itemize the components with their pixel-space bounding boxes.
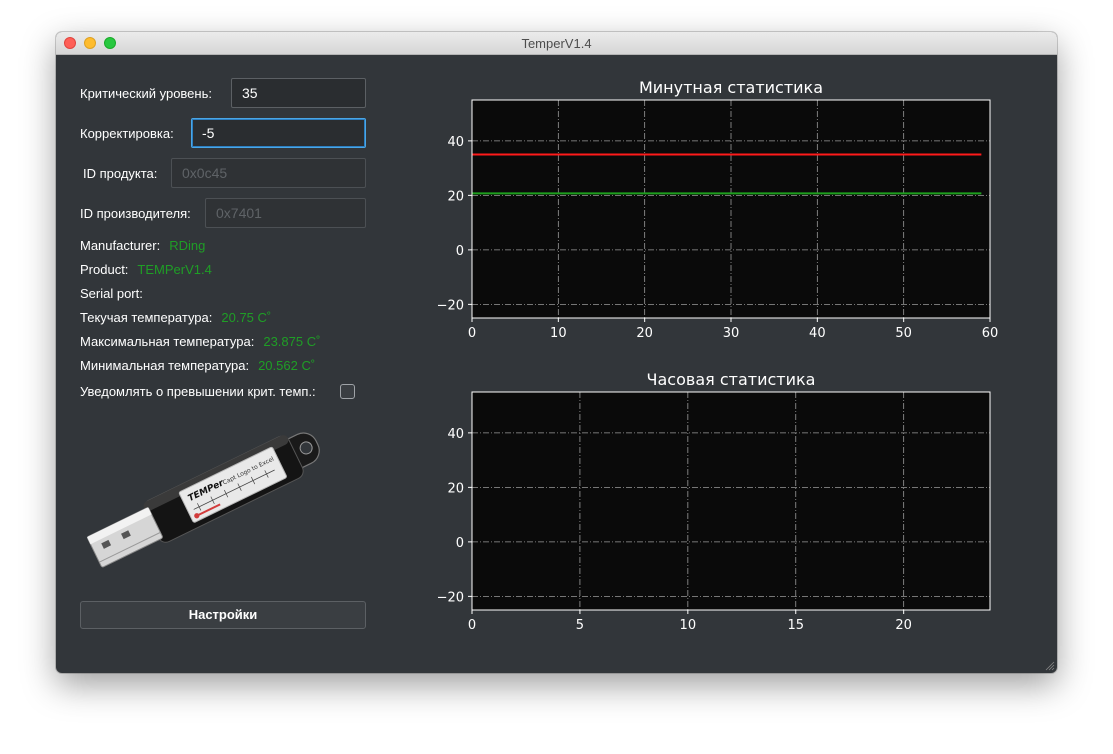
critical-level-label: Критический уровень: <box>80 86 212 101</box>
product-id-input <box>171 158 366 188</box>
chart2-x-tick-label: 10 <box>680 618 697 633</box>
current-temp-value: 20.75 C˚ <box>221 310 272 325</box>
correction-label: Корректировка: <box>80 126 174 141</box>
min-temp-row: Минимальная температура: 20.562 C˚ <box>80 358 315 374</box>
chart1-y-tick-label: −20 <box>437 298 464 313</box>
max-temp-row: Максимальная температура: 23.875 C˚ <box>80 334 320 350</box>
product-label: Product: <box>80 262 129 277</box>
chart2-x-tick-label: 15 <box>787 618 804 633</box>
chart2-y-tick-label: 0 <box>456 536 464 551</box>
chart1-x-tick-label: 40 <box>809 326 826 341</box>
vendor-id-label: ID производителя: <box>80 206 191 221</box>
notify-label: Уведомлять о превышении крит. темп.: <box>80 384 316 399</box>
current-temp-label: Текучая температура: <box>80 310 213 325</box>
chart1-y-tick-label: 20 <box>447 189 464 204</box>
chart2-plot-area <box>472 392 990 610</box>
current-temp-row: Текучая температура: 20.75 C˚ <box>80 310 271 326</box>
settings-button[interactable]: Настройки <box>80 601 366 629</box>
resize-grip-icon[interactable] <box>1045 661 1055 671</box>
chart1-y-tick-label: 40 <box>447 135 464 150</box>
chart2-title: Часовая статистика <box>647 370 816 389</box>
min-temp-value: 20.562 C˚ <box>258 358 316 373</box>
product-row: Product: TEMPerV1.4 <box>80 262 212 278</box>
serial-port-label: Serial port: <box>80 286 143 301</box>
chart2-x-tick-label: 5 <box>576 618 584 633</box>
chart1-y-tick-label: 0 <box>456 244 464 259</box>
chart1-x-tick-label: 50 <box>895 326 912 341</box>
min-temp-label: Минимальная температура: <box>80 358 250 373</box>
temper-usb-device-image: TEMPer Capt Logo to Excel <box>87 432 320 568</box>
chart1-x-tick-label: 10 <box>550 326 567 341</box>
max-temp-label: Максимальная температура: <box>80 334 255 349</box>
chart2-x-tick-label: 20 <box>895 618 912 633</box>
correction-input[interactable] <box>191 118 366 148</box>
manufacturer-row: Manufacturer: RDing <box>80 238 205 254</box>
chart2-y-tick-label: 40 <box>447 427 464 442</box>
vendor-id-input <box>205 198 366 228</box>
chart1-x-tick-label: 0 <box>468 326 476 341</box>
critical-level-input[interactable] <box>231 78 366 108</box>
chart2-y-tick-label: −20 <box>437 590 464 605</box>
chart2-x-tick-label: 0 <box>468 618 476 633</box>
manufacturer-label: Manufacturer: <box>80 238 161 253</box>
manufacturer-value: RDing <box>169 238 206 253</box>
chart1-x-tick-label: 60 <box>982 326 999 341</box>
title-bar: TemperV1.4 <box>56 32 1057 55</box>
max-temp-value: 23.875 C˚ <box>263 334 321 349</box>
window-title: TemperV1.4 <box>521 36 592 51</box>
product-value: TEMPerV1.4 <box>137 262 212 277</box>
product-id-label: ID продукта: <box>83 166 158 181</box>
chart1-plot-area <box>472 100 990 318</box>
chart1-x-tick-label: 20 <box>636 326 653 341</box>
chart1-x-tick-label: 30 <box>723 326 740 341</box>
chart2-y-tick-label: 20 <box>447 481 464 496</box>
app-window: TemperV1.4 Критический уровень: Корректи… <box>56 32 1057 673</box>
serial-port-row: Serial port: <box>80 286 152 302</box>
chart1-title: Минутная статистика <box>639 78 823 97</box>
notify-checkbox[interactable] <box>340 384 355 399</box>
statistics-charts: Минутная статистика0 10 20 30 40 50 60−2002040… <box>437 78 999 633</box>
